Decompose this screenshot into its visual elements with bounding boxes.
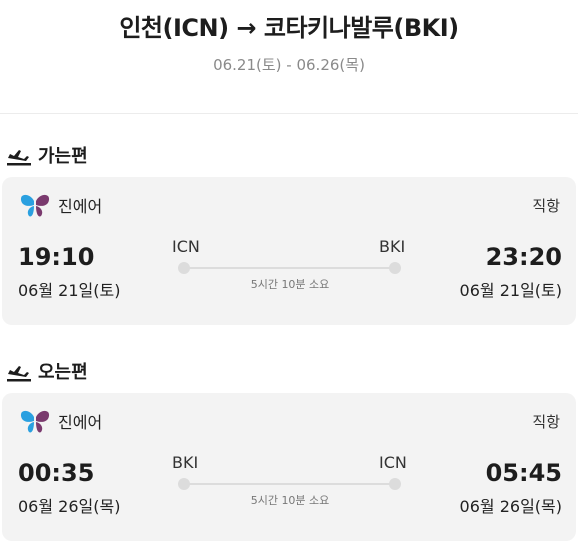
inbound-flight-card[interactable]: 진에어 직항 00:35 06월 26일(목) BKI ICN 5시간 10분 … xyxy=(2,393,576,541)
airline-info: 진에어 xyxy=(18,407,102,435)
departure-date: 06월 26일(목) xyxy=(18,497,121,516)
stops-label: 직항 xyxy=(532,197,560,215)
route-title: 인천(ICN) → 코타키나발루(BKI) xyxy=(119,14,459,42)
arrival-time: 23:20 xyxy=(485,243,562,271)
destination-dot xyxy=(389,478,401,490)
outbound-flight-card[interactable]: 진에어 직항 19:10 06월 21일(토) ICN BKI 5시간 10분 … xyxy=(2,177,576,325)
plane-departure-icon xyxy=(7,150,31,166)
origin-dot xyxy=(178,478,190,490)
destination-dot xyxy=(389,262,401,274)
departure-time: 19:10 xyxy=(18,243,95,271)
jinair-butterfly-logo xyxy=(20,194,50,217)
airline-name: 진에어 xyxy=(58,413,103,432)
arrival-time: 05:45 xyxy=(485,459,562,487)
origin-code: BKI xyxy=(172,453,199,472)
trip-header: 인천(ICN) → 코타키나발루(BKI) 06.21(토) - 06.26(목… xyxy=(0,0,578,114)
destination-code: BKI xyxy=(379,237,406,256)
inbound-section-label: 오는편 xyxy=(6,358,88,384)
origin-code: ICN xyxy=(172,237,200,256)
arrival-date: 06월 21일(토) xyxy=(459,281,562,300)
outbound-label: 가는편 xyxy=(38,146,88,167)
jinair-butterfly-logo xyxy=(20,410,50,433)
route-line xyxy=(184,267,396,269)
departure-time: 00:35 xyxy=(18,459,95,487)
departure-date: 06월 21일(토) xyxy=(18,281,121,300)
airline-name: 진에어 xyxy=(58,197,103,216)
flight-duration: 5시간 10분 소요 xyxy=(250,278,330,291)
outbound-section-label: 가는편 xyxy=(6,142,88,168)
plane-departure-icon xyxy=(7,366,31,382)
origin-dot xyxy=(178,262,190,274)
arrival-date: 06월 26일(목) xyxy=(459,497,562,516)
date-range: 06.21(토) - 06.26(목) xyxy=(213,56,365,74)
stops-label: 직항 xyxy=(532,413,560,431)
destination-code: ICN xyxy=(379,453,407,472)
route-line xyxy=(184,483,396,485)
inbound-label: 오는편 xyxy=(38,362,88,383)
airline-info: 진에어 xyxy=(18,191,102,219)
flight-duration: 5시간 10분 소요 xyxy=(250,494,330,507)
